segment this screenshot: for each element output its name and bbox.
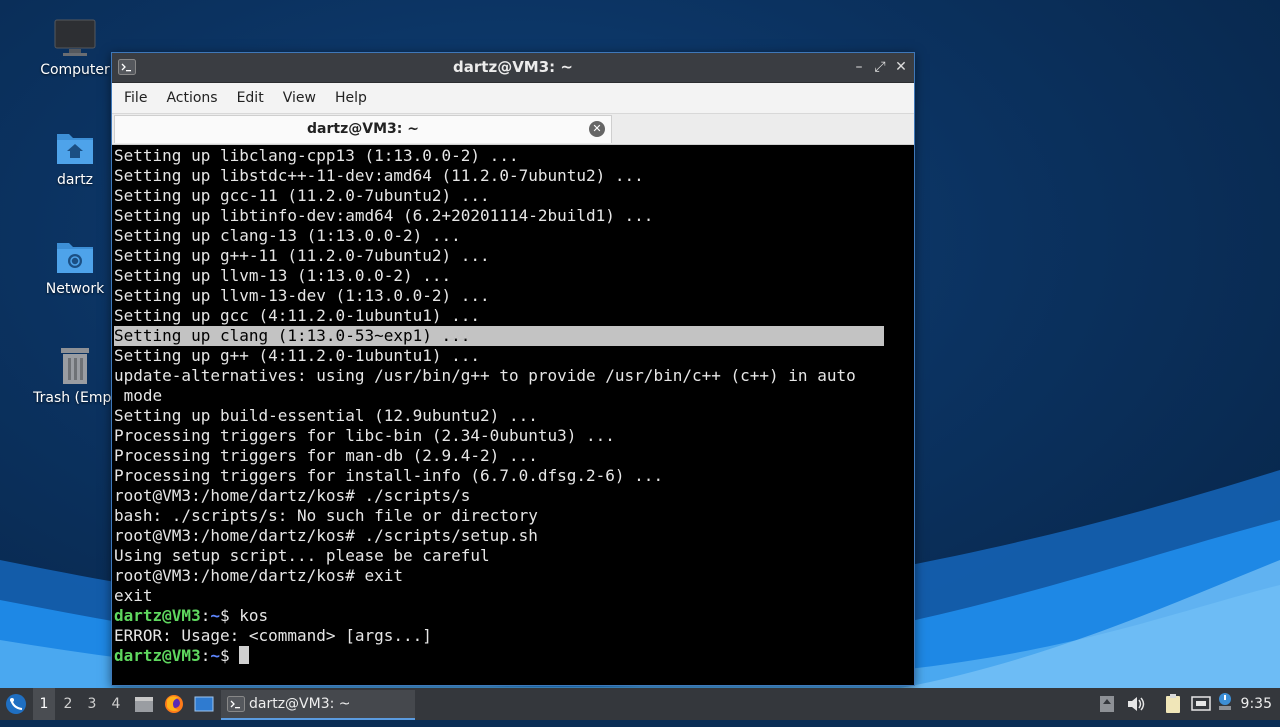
terminal-line: Setting up llvm-13-dev (1:13.0.0-2) ...: [114, 286, 490, 305]
terminal-line: Setting up gcc-11 (11.2.0-7ubuntu2) ...: [114, 186, 490, 205]
menu-file[interactable]: File: [116, 90, 155, 106]
terminal-prompt-line: dartz@VM3:~$ kos: [114, 606, 912, 626]
terminal-line: Setting up libclang-cpp13 (1:13.0.0-2) .…: [114, 146, 519, 165]
firefox-icon: [165, 695, 183, 713]
workspace-4[interactable]: 4: [105, 688, 127, 720]
computer-icon: [54, 19, 96, 56]
terminal-prompt-line: dartz@VM3:~$: [114, 646, 912, 666]
workspace-3[interactable]: 3: [81, 688, 103, 720]
lubuntu-logo-icon: [6, 694, 26, 714]
tab-bar: dartz@VM3: ~ ✕: [112, 114, 914, 145]
terminal-line: root@VM3:/home/dartz/kos# ./scripts/s: [114, 486, 471, 505]
close-button[interactable]: ✕: [892, 58, 910, 76]
prompt-symbol: $: [219, 606, 240, 625]
terminal-line: root@VM3:/home/dartz/kos# ./scripts/setu…: [114, 526, 538, 545]
terminal-line: Using setup script... please be careful: [114, 546, 490, 565]
prompt-user: dartz@VM3: [114, 646, 201, 665]
terminal-line: Processing triggers for install-info (6.…: [114, 466, 664, 485]
terminal-line: Setting up libtinfo-dev:amd64 (6.2+20201…: [114, 206, 654, 225]
terminal-line: update-alternatives: using /usr/bin/g++ …: [114, 366, 856, 385]
prompt-path: ~: [210, 646, 220, 665]
tab-title: dartz@VM3: ~: [307, 121, 419, 137]
desktop-icon-label: dartz: [56, 172, 94, 188]
terminal-window: dartz@VM3: ~ – ⤢ ✕ File Actions Edit Vie…: [111, 52, 915, 686]
terminal-line: Processing triggers for man-db (2.9.4-2)…: [114, 446, 538, 465]
desktop-icon-label: Computer: [40, 62, 110, 78]
tab-close-icon[interactable]: ✕: [589, 121, 605, 137]
terminal-line: exit: [114, 586, 153, 605]
firefox-launcher[interactable]: [163, 688, 185, 720]
file-manager-icon: [135, 697, 153, 712]
prompt-symbol: $: [219, 646, 240, 665]
desktop-icon-label: Network: [45, 281, 105, 297]
terminal-tab[interactable]: dartz@VM3: ~ ✕: [114, 115, 612, 143]
minimize-button[interactable]: –: [850, 58, 868, 76]
terminal-line: mode: [114, 386, 163, 405]
menu-actions[interactable]: Actions: [158, 90, 225, 106]
prompt-path: ~: [210, 606, 220, 625]
desktop-icon-computer[interactable]: Computer: [27, 18, 123, 78]
terminal-cursor: [239, 646, 250, 664]
desktop-icon-home[interactable]: dartz: [27, 128, 123, 188]
workspace-1[interactable]: 1: [33, 688, 55, 720]
terminal-line: Setting up libstdc++-11-dev:amd64 (11.2.…: [114, 166, 644, 185]
tray-clipboard[interactable]: [1163, 688, 1183, 720]
terminal-line: bash: ./scripts/s: No such file or direc…: [114, 506, 538, 525]
maximize-button[interactable]: ⤢: [871, 58, 889, 76]
terminal-line: Setting up build-essential (12.9ubuntu2)…: [114, 406, 538, 425]
command-text: kos: [239, 606, 269, 625]
tray-volume[interactable]: [1126, 688, 1146, 720]
tray-notification[interactable]: [1216, 688, 1234, 720]
menu-help[interactable]: Help: [327, 90, 375, 106]
clock[interactable]: 9:35: [1241, 688, 1272, 720]
terminal-icon: [227, 696, 245, 712]
terminal-line: Setting up clang-13 (1:13.0.0-2) ...: [114, 226, 461, 245]
selected-text: Setting up clang (1:13.0-53~exp1) ...: [114, 326, 884, 346]
file-manager-launcher[interactable]: [133, 688, 155, 720]
menu-bar: File Actions Edit View Help: [112, 83, 914, 114]
prompt-user: dartz@VM3: [114, 606, 201, 625]
taskbar-task-terminal[interactable]: dartz@VM3: ~: [221, 690, 415, 720]
task-label: dartz@VM3: ~: [249, 696, 351, 712]
terminal-line: Setting up llvm-13 (1:13.0.0-2) ...: [114, 266, 452, 285]
prompt-colon: :: [200, 646, 211, 665]
workspace-2[interactable]: 2: [57, 688, 79, 720]
terminal-line: root@VM3:/home/dartz/kos# exit: [114, 566, 403, 585]
desktop-icon-label: Trash (Empt: [33, 390, 117, 406]
terminal-line: Setting up g++ (4:11.2.0-1ubuntu1) ...: [114, 346, 481, 365]
trash-icon: [61, 348, 89, 384]
network-icon: [1191, 696, 1211, 711]
desktop-icon-trash[interactable]: Trash (Empt: [27, 346, 123, 406]
home-folder-icon: [57, 134, 93, 164]
network-folder-icon: [57, 243, 93, 273]
terminal-line-error: ERROR: Usage: <command> [args...]: [114, 626, 432, 645]
desktop-icon: [194, 696, 214, 712]
notification-icon: [1219, 693, 1231, 710]
terminal-line: Setting up g++-11 (11.2.0-7ubuntu2) ...: [114, 246, 490, 265]
show-desktop-button[interactable]: [193, 688, 215, 720]
terminal-line: Processing triggers for libc-bin (2.34-0…: [114, 426, 615, 445]
menu-edit[interactable]: Edit: [229, 90, 272, 106]
volume-icon: [1128, 697, 1145, 711]
terminal-line: Setting up gcc (4:11.2.0-1ubuntu1) ...: [114, 306, 481, 325]
tray-update-icon[interactable]: [1098, 688, 1116, 720]
desktop-icon-network[interactable]: Network: [27, 237, 123, 297]
terminal-output[interactable]: Setting up libclang-cpp13 (1:13.0.0-2) .…: [114, 146, 912, 685]
tray-network[interactable]: [1190, 688, 1212, 720]
clipboard-icon: [1166, 694, 1180, 713]
package-update-icon: [1100, 696, 1114, 712]
app-menu-button[interactable]: [2, 688, 30, 720]
taskbar: 1 2 3 4 dartz@VM3: ~ 9:35: [0, 688, 1280, 720]
window-title: dartz@VM3: ~: [453, 58, 573, 76]
terminal-line-selected: Setting up clang (1:13.0-53~exp1) ...: [114, 326, 912, 346]
prompt-colon: :: [200, 606, 211, 625]
menu-view[interactable]: View: [275, 90, 324, 106]
window-titlebar[interactable]: dartz@VM3: ~ – ⤢ ✕: [112, 53, 914, 83]
